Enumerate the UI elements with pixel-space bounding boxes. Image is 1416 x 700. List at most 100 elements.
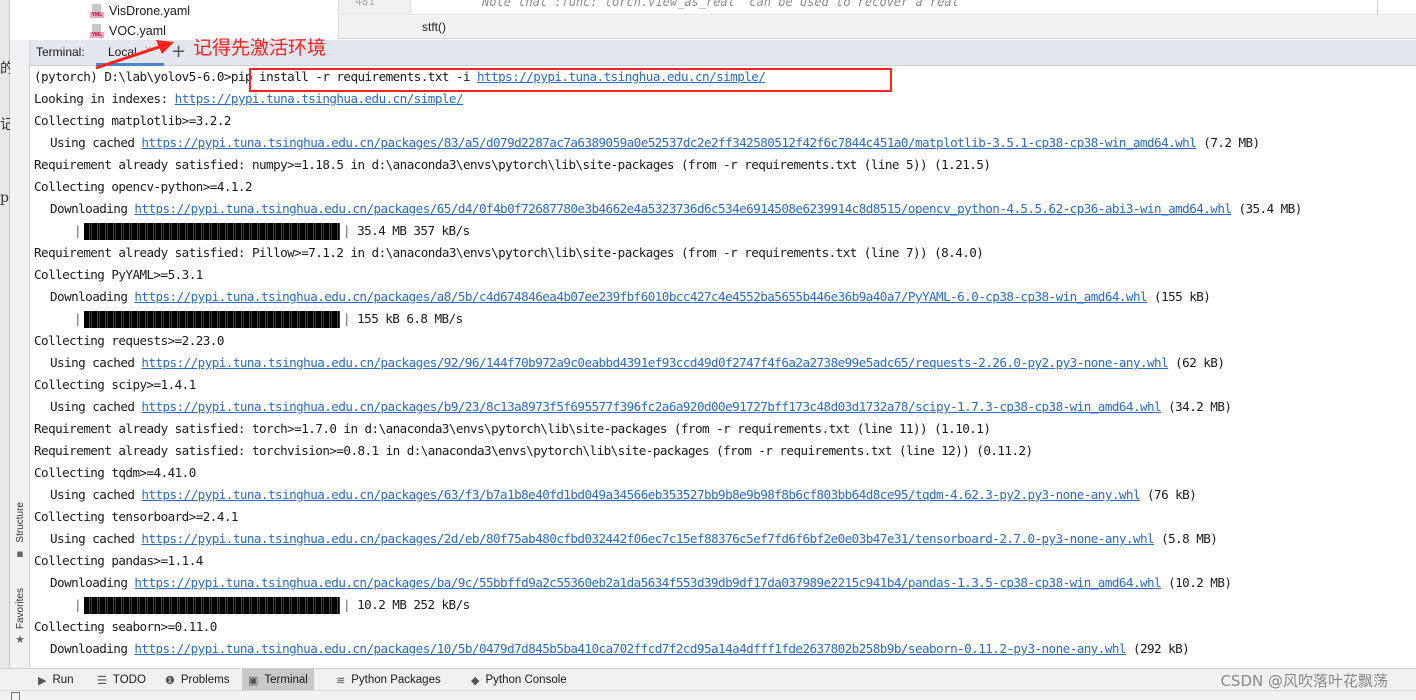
background-window-edge: 的 记 p bbox=[0, 0, 14, 700]
output-text: Requirement already satisfied: Pillow>=7… bbox=[34, 245, 984, 260]
package-url-link[interactable]: https://pypi.tuna.tsinghua.edu.cn/packag… bbox=[141, 399, 1161, 414]
output-text: Collecting pandas>=1.1.4 bbox=[34, 553, 203, 568]
structure-tab[interactable]: Structure ▪ bbox=[10, 502, 30, 560]
output-text: Requirement already satisfied: torch>=1.… bbox=[34, 421, 991, 436]
package-url-link[interactable]: https://pypi.tuna.tsinghua.edu.cn/packag… bbox=[134, 575, 1161, 590]
tab-python-packages[interactable]: ≋ Python Packages bbox=[330, 669, 447, 691]
editor-gutter: 481 bbox=[339, 0, 411, 14]
package-url-link[interactable]: https://pypi.tuna.tsinghua.edu.cn/packag… bbox=[141, 531, 1154, 546]
star-icon: ★ bbox=[15, 633, 25, 647]
tab-terminal[interactable]: ▣ Terminal bbox=[242, 669, 314, 691]
package-url-link[interactable]: https://pypi.tuna.tsinghua.edu.cn/packag… bbox=[134, 201, 1232, 216]
progress-info: 35.4 MB 357 kB/s bbox=[357, 223, 470, 238]
python-console-icon: ◆ bbox=[471, 674, 480, 687]
package-url-link[interactable]: https://pypi.tuna.tsinghua.edu.cn/packag… bbox=[141, 487, 1140, 502]
yaml-file-icon: YML bbox=[90, 4, 104, 18]
layout-toggle-icon[interactable] bbox=[11, 692, 20, 700]
file-size: (62 kB) bbox=[1168, 355, 1225, 370]
favorites-tab[interactable]: Favorites ★ bbox=[10, 588, 30, 646]
add-terminal-button[interactable]: + bbox=[171, 41, 186, 62]
terminal-title: Terminal: bbox=[36, 45, 85, 59]
output-line: Collecting PyYAML>=5.3.1 bbox=[34, 264, 203, 286]
output-line: Collecting seaborn>=0.11.0 bbox=[34, 616, 217, 638]
output-text: Using cached bbox=[50, 355, 142, 370]
output-text: Looking in indexes: bbox=[34, 91, 175, 106]
output-line: Collecting opencv-python>=4.1.2 bbox=[34, 176, 253, 198]
status-bar bbox=[0, 690, 1416, 700]
output-text: Using cached bbox=[50, 399, 142, 414]
output-line: Collecting requests>=2.23.0 bbox=[34, 330, 224, 352]
annotation-text: 记得先激活环境 bbox=[193, 37, 327, 59]
output-text: Requirement already satisfied: numpy>=1.… bbox=[34, 157, 991, 172]
output-text: Collecting requests>=2.23.0 bbox=[34, 333, 224, 348]
run-icon: ▶ bbox=[38, 674, 47, 687]
file-size: (155 kB) bbox=[1147, 289, 1211, 304]
terminal-icon: ▣ bbox=[248, 674, 259, 687]
output-line: Using cached https://pypi.tuna.tsinghua.… bbox=[34, 484, 1197, 506]
output-line: Requirement already satisfied: torchvisi… bbox=[34, 440, 1033, 462]
terminal-tab-label: Local bbox=[108, 45, 137, 59]
progress-bar bbox=[84, 311, 341, 328]
output-line: Downloading https://pypi.tuna.tsinghua.e… bbox=[34, 286, 1211, 308]
output-line: Using cached https://pypi.tuna.tsinghua.… bbox=[34, 528, 1218, 550]
file-size: (7.2 MB) bbox=[1196, 135, 1260, 150]
file-size: (292 kB) bbox=[1125, 641, 1190, 656]
tab-todo[interactable]: ☰ TODO bbox=[91, 669, 152, 691]
progress-line: | | 10.2 MB 252 kB/s bbox=[74, 597, 470, 614]
shell-prompt: (pytorch) D:\lab\yolov5-6.0> bbox=[34, 69, 231, 84]
file-size: (35.4 MB) bbox=[1231, 201, 1302, 216]
package-url-link[interactable]: https://pypi.tuna.tsinghua.edu.cn/packag… bbox=[141, 355, 1168, 370]
problems-icon: ❶ bbox=[165, 674, 175, 687]
package-url-link[interactable]: https://pypi.tuna.tsinghua.edu.cn/packag… bbox=[141, 135, 1196, 150]
tab-python-console[interactable]: ◆ Python Console bbox=[465, 669, 573, 691]
line-number: 481 bbox=[355, 0, 375, 8]
output-text: Collecting PyYAML>=5.3.1 bbox=[34, 267, 203, 282]
tab-label: TODO bbox=[112, 674, 146, 686]
editor-breadcrumb-bar: stft() bbox=[339, 14, 1416, 39]
output-text: Collecting seaborn>=0.11.0 bbox=[34, 619, 217, 634]
breadcrumb-function[interactable]: stft() bbox=[422, 20, 446, 34]
output-text: Collecting scipy>=1.4.1 bbox=[34, 377, 196, 392]
code-editor[interactable]: 481 Note that :func:`torch.view_as_real`… bbox=[338, 0, 1416, 42]
output-line: Downloading https://pypi.tuna.tsinghua.e… bbox=[34, 198, 1302, 220]
progress-line: | | 155 kB 6.8 MB/s bbox=[74, 311, 463, 328]
tab-run[interactable]: ▶ Run bbox=[32, 669, 80, 691]
background-text-fragment: p bbox=[0, 190, 9, 206]
favorites-tab-label: Favorites bbox=[14, 588, 26, 630]
output-text: Downloading bbox=[50, 201, 135, 216]
tab-problems[interactable]: ❶ Problems bbox=[159, 669, 235, 691]
package-url-link[interactable]: https://pypi.tuna.tsinghua.edu.cn/packag… bbox=[134, 641, 1126, 656]
output-text: Downloading bbox=[50, 641, 135, 656]
output-line: Collecting tensorboard>=2.4.1 bbox=[34, 506, 238, 528]
output-text: Requirement already satisfied: torchvisi… bbox=[34, 443, 1033, 458]
output-line: Using cached https://pypi.tuna.tsinghua.… bbox=[34, 352, 1225, 374]
output-text: Downloading bbox=[50, 575, 135, 590]
output-text: Downloading bbox=[50, 289, 135, 304]
output-text: Collecting matplotlib>=3.2.2 bbox=[34, 113, 231, 128]
output-line: Downloading https://pypi.tuna.tsinghua.e… bbox=[34, 572, 1232, 594]
todo-list-icon: ☰ bbox=[97, 674, 107, 687]
output-line: Collecting scipy>=1.4.1 bbox=[34, 374, 196, 396]
tab-label: Run bbox=[52, 674, 74, 686]
python-packages-icon: ≋ bbox=[336, 674, 346, 687]
watermark: CSDN @风吹落叶花飘荡 bbox=[1220, 672, 1388, 690]
tree-item-visdrone-yaml[interactable]: YML VisDrone.yaml bbox=[90, 4, 190, 18]
output-text: Using cached bbox=[50, 487, 142, 502]
code-line: Note that :func:`torch.view_as_real` can… bbox=[482, 0, 959, 9]
output-line: Requirement already satisfied: numpy>=1.… bbox=[34, 154, 991, 176]
close-icon[interactable]: ✕ bbox=[144, 45, 152, 56]
package-url-link[interactable]: https://pypi.tuna.tsinghua.edu.cn/simple… bbox=[175, 91, 464, 106]
progress-bar bbox=[84, 223, 341, 240]
output-line: Looking in indexes: https://pypi.tuna.ts… bbox=[34, 88, 464, 110]
structure-tab-label: Structure bbox=[14, 502, 26, 543]
output-line: Collecting pandas>=1.1.4 bbox=[34, 550, 203, 572]
output-line: Using cached https://pypi.tuna.tsinghua.… bbox=[34, 132, 1260, 154]
progress-info: 155 kB 6.8 MB/s bbox=[357, 311, 463, 326]
progress-info: 10.2 MB 252 kB/s bbox=[357, 597, 470, 612]
terminal-tab-local[interactable]: Local ✕ bbox=[96, 40, 164, 66]
tree-item-label: VOC.yaml bbox=[109, 24, 166, 38]
terminal-output[interactable]: (pytorch) D:\lab\yolov5-6.0>pip install … bbox=[30, 66, 1416, 668]
tree-item-voc-yaml[interactable]: YML VOC.yaml bbox=[90, 24, 166, 38]
yaml-file-icon: YML bbox=[90, 24, 104, 38]
package-url-link[interactable]: https://pypi.tuna.tsinghua.edu.cn/packag… bbox=[134, 289, 1147, 304]
